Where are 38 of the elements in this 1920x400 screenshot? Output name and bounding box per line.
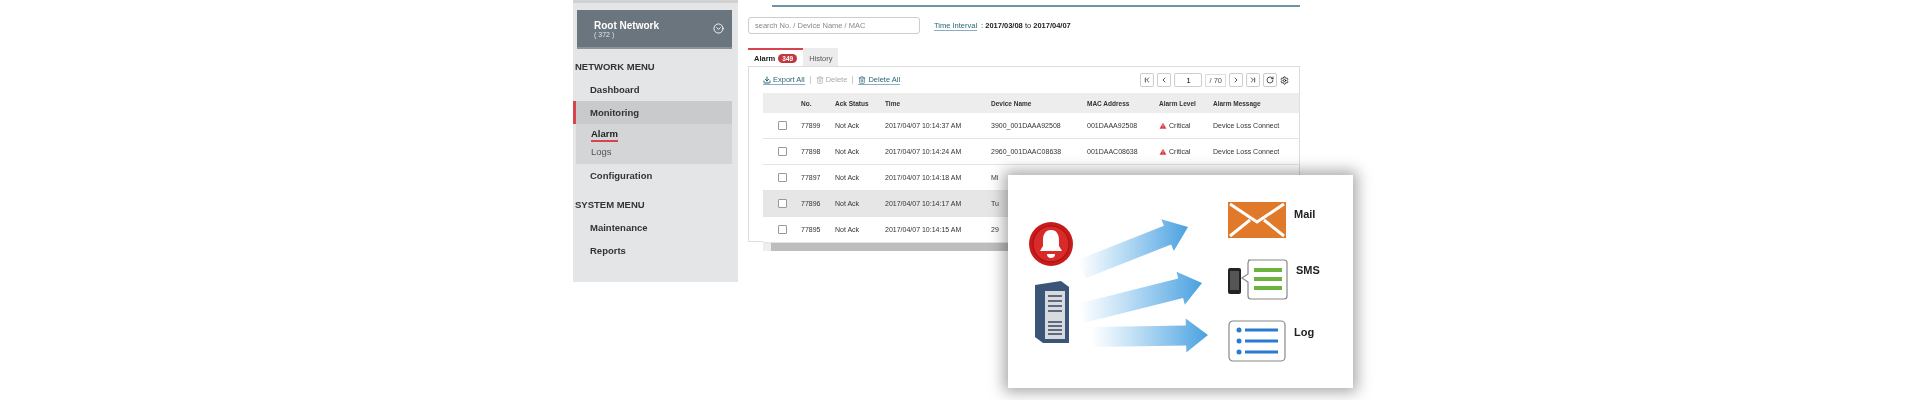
menu-item[interactable]: Maintenance bbox=[573, 216, 732, 239]
envelope-icon bbox=[1228, 201, 1286, 238]
warning-icon bbox=[1159, 121, 1167, 130]
refresh-icon bbox=[1266, 76, 1274, 84]
menu-item[interactable]: Reports bbox=[573, 239, 732, 262]
submenu-item[interactable]: Logs bbox=[591, 146, 612, 160]
bell-icon bbox=[1028, 220, 1074, 267]
last-page-button[interactable] bbox=[1246, 73, 1260, 87]
row-checkbox[interactable] bbox=[777, 173, 787, 182]
refresh-button[interactable] bbox=[1263, 73, 1277, 87]
network-name: Root Network bbox=[594, 19, 659, 31]
trash-icon bbox=[815, 75, 824, 84]
row-checkbox[interactable] bbox=[777, 121, 787, 130]
list-icon bbox=[1228, 319, 1286, 362]
warning-icon bbox=[1159, 147, 1167, 156]
channel-label: Mail bbox=[1294, 207, 1316, 220]
last-page-icon bbox=[1249, 76, 1257, 84]
submenu-item[interactable]: Alarm bbox=[591, 128, 618, 142]
chevron-down-icon bbox=[713, 23, 724, 34]
menu-heading: SYSTEM MENU bbox=[574, 198, 646, 212]
download-icon bbox=[763, 75, 771, 84]
next-page-button[interactable] bbox=[1229, 73, 1243, 87]
row-checkbox[interactable] bbox=[777, 225, 787, 234]
row-checkbox[interactable] bbox=[777, 147, 787, 156]
trash-icon bbox=[858, 75, 867, 84]
channel-label: Log bbox=[1294, 325, 1315, 338]
first-page-icon bbox=[1143, 76, 1152, 84]
chevron-right-icon bbox=[1232, 76, 1240, 84]
menu-item[interactable]: Dashboard bbox=[573, 78, 732, 101]
row-checkbox[interactable] bbox=[777, 199, 787, 208]
menu-item[interactable]: Configuration bbox=[573, 164, 732, 187]
previous-page-button[interactable] bbox=[1157, 73, 1172, 87]
channel-label: SMS bbox=[1296, 263, 1320, 276]
settings-icon[interactable] bbox=[1280, 75, 1289, 85]
phone-message-icon bbox=[1228, 257, 1288, 300]
first-page-button[interactable] bbox=[1140, 73, 1155, 87]
menu-item[interactable]: Monitoring bbox=[573, 101, 732, 124]
menu-heading: NETWORK MENU bbox=[574, 60, 656, 74]
